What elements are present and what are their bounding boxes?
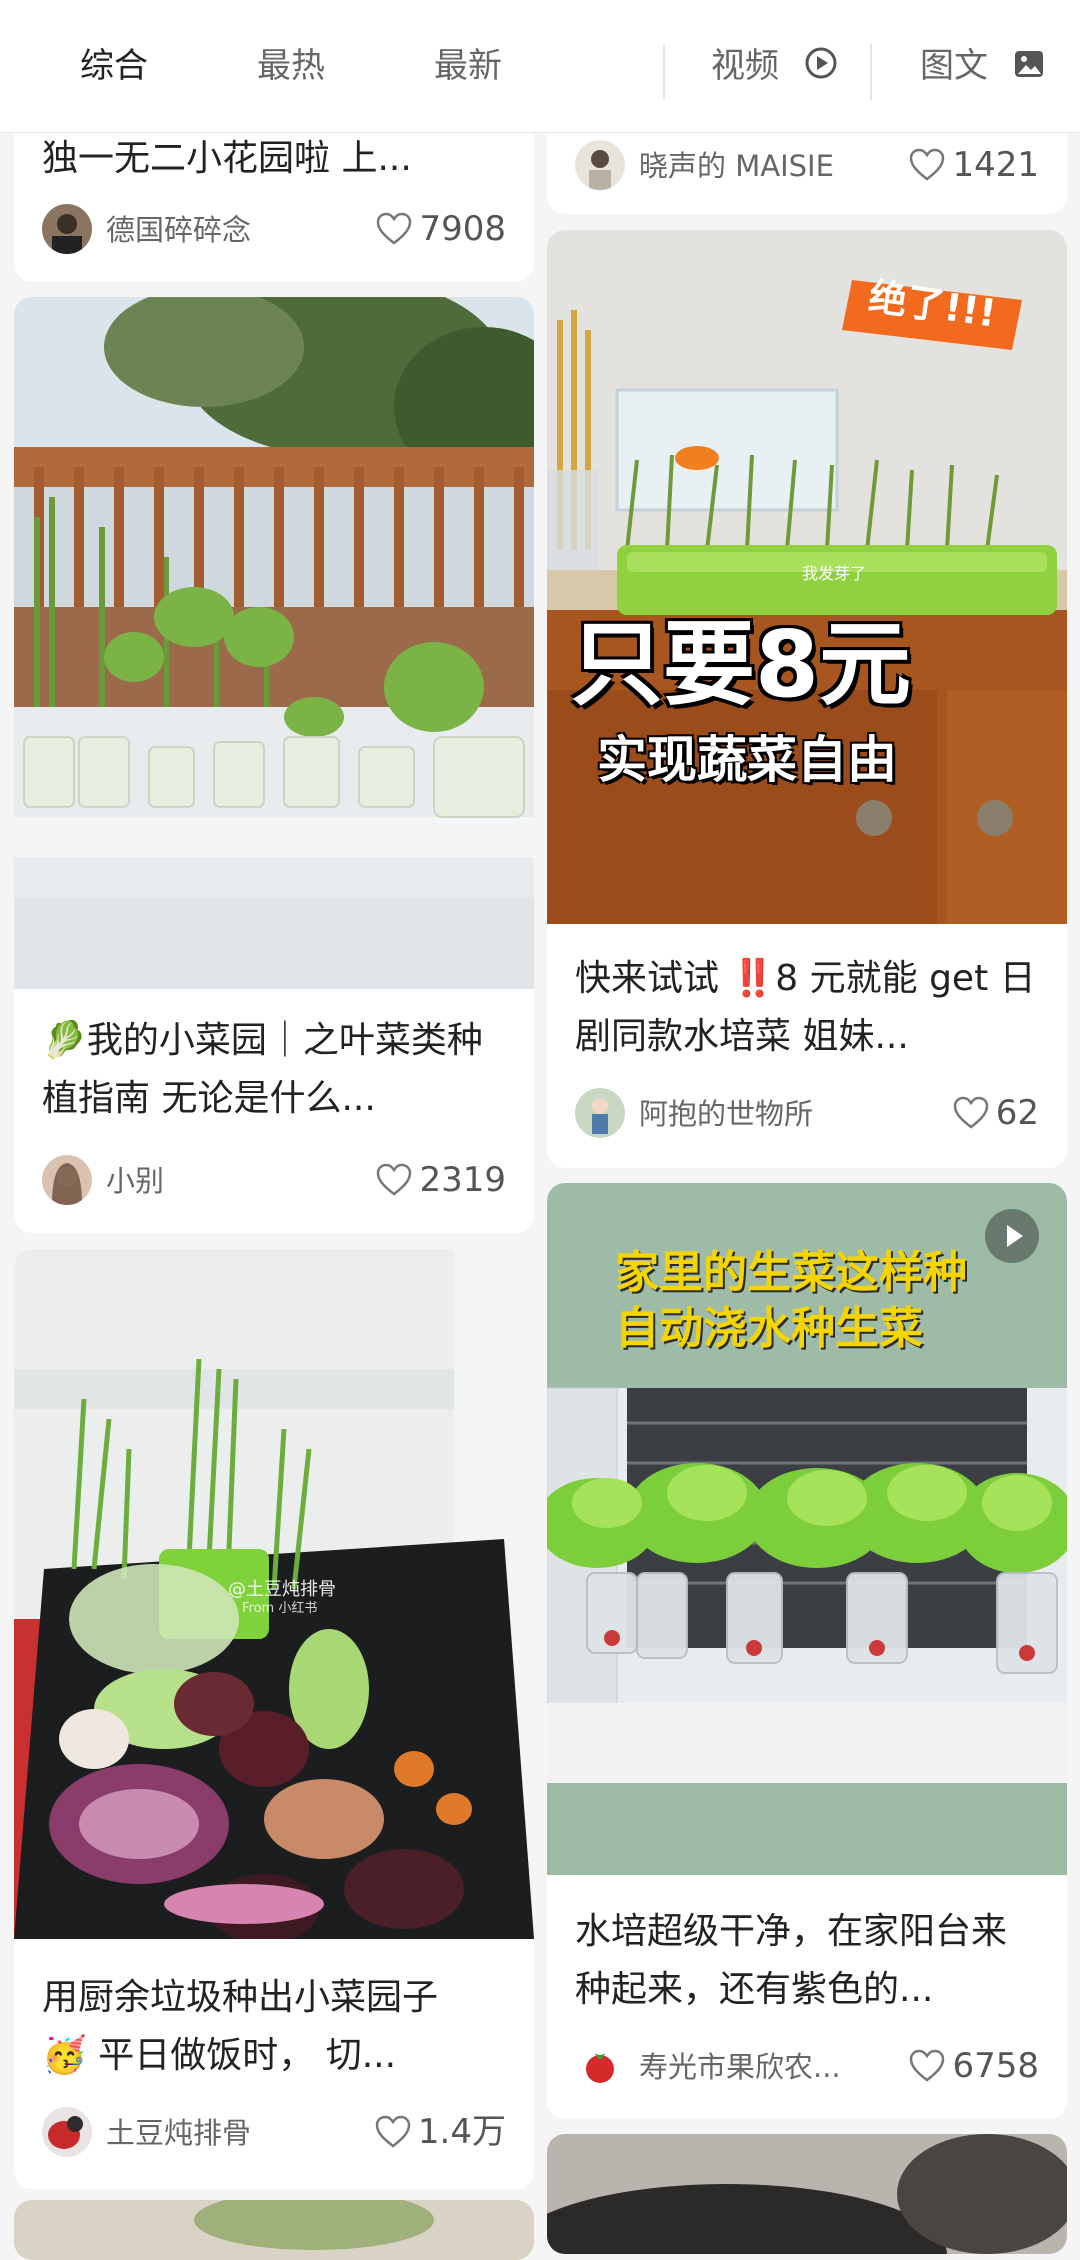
author-name[interactable]: 阿抱的世物所 bbox=[639, 1096, 813, 1132]
author-name[interactable]: 寿光市果欣农... bbox=[639, 2049, 841, 2085]
avatar[interactable] bbox=[575, 140, 625, 190]
tab-image-text-label: 图文 bbox=[920, 46, 988, 86]
author-name[interactable]: 小别 bbox=[106, 1163, 164, 1199]
card-meta: 晓声的 MAISIE 1421 bbox=[575, 140, 1039, 192]
image-icon bbox=[1013, 48, 1045, 88]
image-caption-line1: 家里的生菜这样种 bbox=[615, 1247, 967, 1298]
like-button[interactable]: 1421 bbox=[908, 144, 1039, 186]
card-image: 绝了!!! 我发芽了 只要8元 实现蔬菜自由 bbox=[547, 230, 1067, 924]
image-caption-sub: 实现蔬菜自由 bbox=[597, 731, 897, 789]
card-meta: 土豆炖排骨 1.4万 bbox=[42, 2107, 506, 2159]
avatar[interactable] bbox=[42, 204, 92, 254]
card-title-text: 快来试试 bbox=[575, 958, 720, 999]
feed-card[interactable]: 绝了!!! 我发芽了 只要8元 实现蔬菜自由 快来试试 ‼️8 元就能 get … bbox=[547, 230, 1067, 1168]
avatar[interactable] bbox=[575, 2041, 625, 2091]
feed-card[interactable] bbox=[14, 2200, 534, 2260]
card-image bbox=[14, 2200, 534, 2260]
card-meta: 阿抱的世物所 62 bbox=[575, 1088, 1039, 1140]
divider bbox=[663, 44, 665, 100]
card-title: 🥬我的小菜园｜之叶菜类种植指南 无论是什么... bbox=[42, 1012, 506, 1128]
feed-card[interactable]: 🥬我的小菜园｜之叶菜类种植指南 无论是什么... 小别 2319 bbox=[14, 297, 534, 1233]
card-meta: 小别 2319 bbox=[42, 1155, 506, 1207]
like-count: 1.4万 bbox=[417, 2112, 506, 2152]
heart-icon bbox=[377, 1163, 412, 1196]
author-name[interactable]: 德国碎碎念 bbox=[106, 212, 251, 248]
like-button[interactable]: 62 bbox=[952, 1092, 1039, 1134]
image-watermark-2: From 小红书 bbox=[242, 1601, 318, 1616]
heart-icon bbox=[377, 212, 412, 245]
avatar[interactable] bbox=[42, 1155, 92, 1205]
feed-card[interactable]: 家里的生菜这样种 自动浇水种生菜 水培超级干净，在家阳台来种起来，还有紫色的..… bbox=[547, 1183, 1067, 2119]
author-name[interactable]: 晓声的 MAISIE bbox=[639, 148, 834, 184]
avatar[interactable] bbox=[42, 2107, 92, 2157]
card-title: 用厨余垃圾种出小菜园子 🥳 平日做饭时， 切... bbox=[42, 1969, 506, 2085]
card-title: 独一无二小花园啦 上... bbox=[42, 138, 412, 179]
image-caption-line2: 自动浇水种生菜 bbox=[615, 1303, 923, 1354]
like-button[interactable]: 2319 bbox=[375, 1159, 506, 1201]
tab-image-text[interactable]: 图文 bbox=[920, 46, 1045, 88]
like-count: 1421 bbox=[952, 145, 1039, 185]
card-title-text: 我的小菜园｜之叶菜类种植指南 无论是什么... bbox=[42, 1020, 483, 1119]
tab-newest[interactable]: 最新 bbox=[434, 46, 502, 86]
search-filter-bar: 综合 最热 最新 视频 图文 bbox=[0, 0, 1080, 133]
card-meta: 德国碎碎念 7908 bbox=[42, 204, 506, 256]
card-title-text: 用厨余垃圾种出小菜园子 bbox=[42, 1977, 439, 2018]
card-image bbox=[547, 2134, 1067, 2254]
feed-card[interactable]: @土豆炖排骨 From 小红书 用厨余垃圾种出小菜园子 🥳 平日做饭时， 切..… bbox=[14, 1249, 534, 2189]
like-button[interactable]: 1.4万 bbox=[374, 2111, 506, 2153]
tab-comprehensive[interactable]: 综合 bbox=[80, 46, 148, 86]
like-count: 62 bbox=[995, 1093, 1039, 1133]
author-name[interactable]: 土豆炖排骨 bbox=[106, 2115, 251, 2151]
like-count: 2319 bbox=[419, 1160, 506, 1200]
tab-video[interactable]: 视频 bbox=[711, 46, 838, 89]
image-caption-big: 只要8元 bbox=[571, 611, 912, 718]
tab-video-label: 视频 bbox=[711, 46, 779, 86]
card-meta: 寿光市果欣农... 6758 bbox=[575, 2041, 1039, 2093]
card-title: 快来试试 ‼️8 元就能 get 日剧同款水培菜 姐妹... bbox=[575, 950, 1039, 1066]
like-button[interactable]: 7908 bbox=[375, 208, 506, 250]
card-title-text-2: 平日做饭时， 切... bbox=[98, 2035, 397, 2076]
play-circle-icon bbox=[804, 46, 838, 89]
heart-icon bbox=[910, 148, 945, 181]
video-play-icon bbox=[985, 1209, 1039, 1263]
tab-hottest[interactable]: 最热 bbox=[257, 46, 325, 86]
card-title: 水培超级干净，在家阳台来种起来，还有紫色的... bbox=[575, 1911, 1008, 2010]
card-image: @土豆炖排骨 From 小红书 bbox=[14, 1249, 534, 1939]
like-button[interactable]: 6758 bbox=[908, 2045, 1039, 2087]
heart-icon bbox=[375, 2115, 411, 2148]
image-caption-small: 我发芽了 bbox=[802, 564, 867, 583]
avatar[interactable] bbox=[575, 1088, 625, 1138]
like-count: 6758 bbox=[952, 2046, 1039, 2086]
card-image: 家里的生菜这样种 自动浇水种生菜 bbox=[547, 1183, 1067, 1875]
emoji-lettuce: 🥬 bbox=[42, 1020, 87, 1061]
feed-card[interactable] bbox=[547, 2134, 1067, 2254]
emoji-party: 🥳 bbox=[42, 2035, 87, 2076]
divider bbox=[870, 44, 872, 100]
like-count: 7908 bbox=[419, 209, 506, 249]
heart-icon bbox=[910, 2049, 945, 2082]
heart-icon bbox=[953, 1096, 988, 1129]
card-image bbox=[14, 297, 534, 989]
